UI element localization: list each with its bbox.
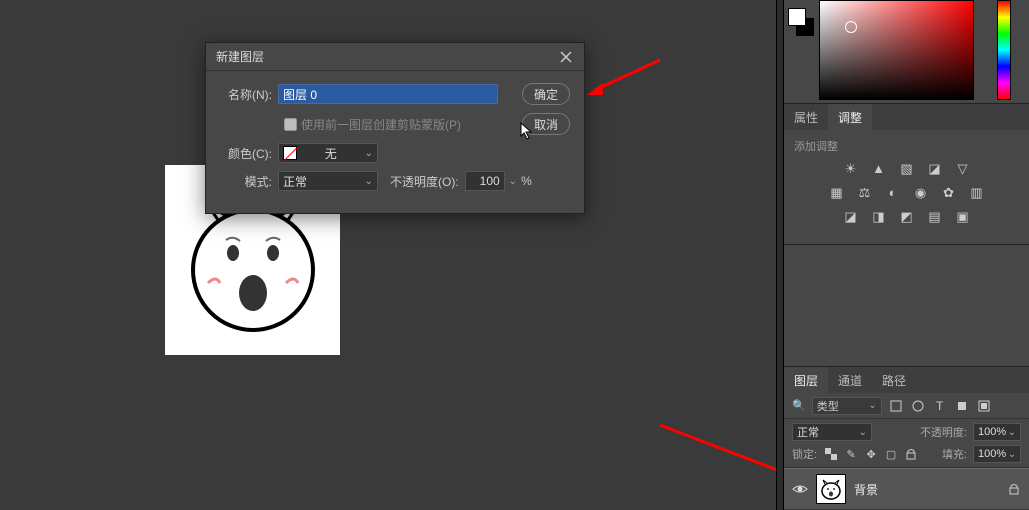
chevron-down-icon: ⌄ xyxy=(365,176,373,187)
levels-icon[interactable]: ▲ xyxy=(869,160,889,178)
panel-divider[interactable] xyxy=(776,0,784,510)
dialog-title: 新建图层 xyxy=(216,48,264,65)
clip-mask-checkbox xyxy=(284,118,297,131)
adjustments-panel: 属性 调整 添加调整 ☀ ▲ ▧ ◪ ▽ ▦ ⚖ ◐ ◉ ✿ ▥ xyxy=(784,104,1029,245)
color-field[interactable] xyxy=(819,0,974,100)
opacity-suffix: % xyxy=(521,174,532,188)
lock-label: 锁定: xyxy=(792,446,817,462)
filter-shape-icon[interactable] xyxy=(954,398,970,414)
lock-icon[interactable] xyxy=(1007,482,1021,496)
color-select[interactable]: 无 ⌄ xyxy=(278,143,378,163)
tab-paths[interactable]: 路径 xyxy=(872,367,916,393)
add-adjustment-label: 添加调整 xyxy=(794,138,1019,154)
cursor-icon xyxy=(520,122,534,140)
tab-layers[interactable]: 图层 xyxy=(784,367,828,393)
threshold-icon[interactable]: ◩ xyxy=(897,208,917,226)
curves-icon[interactable]: ▧ xyxy=(897,160,917,178)
exposure-icon[interactable]: ◪ xyxy=(925,160,945,178)
layer-opacity-label: 不透明度: xyxy=(920,424,967,440)
lock-artboard-icon[interactable]: ▢ xyxy=(883,446,899,462)
filter-pixel-icon[interactable] xyxy=(888,398,904,414)
layer-name-input[interactable] xyxy=(278,84,498,104)
layer-name-text[interactable]: 背景 xyxy=(854,481,999,498)
layer-item[interactable]: 背景 xyxy=(784,468,1029,510)
ok-button[interactable]: 确定 xyxy=(522,83,570,105)
color-label: 颜色(C): xyxy=(220,145,278,162)
gradient-map-icon[interactable]: ▤ xyxy=(925,208,945,226)
close-icon[interactable] xyxy=(558,49,574,65)
opacity-label: 不透明度(O): xyxy=(378,173,465,190)
layer-opacity-select[interactable]: 100%⌄ xyxy=(973,423,1021,441)
photo-filter-icon[interactable]: ◉ xyxy=(911,184,931,202)
lock-image-icon[interactable]: ✎ xyxy=(843,446,859,462)
hue-icon[interactable]: ▦ xyxy=(827,184,847,202)
blend-mode-select[interactable]: 正常⌄ xyxy=(792,423,872,441)
layer-filter-select[interactable]: 类型⌄ xyxy=(812,397,882,415)
lock-transparent-icon[interactable] xyxy=(823,446,839,462)
chevron-down-icon: ⌄ xyxy=(505,176,521,187)
layer-list: 背景 xyxy=(784,468,1029,510)
annotation-arrow xyxy=(585,55,665,103)
none-color-swatch-icon xyxy=(283,146,297,160)
bw-icon[interactable]: ◐ xyxy=(883,184,903,202)
tab-channels[interactable]: 通道 xyxy=(828,367,872,393)
visibility-eye-icon[interactable] xyxy=(792,481,808,497)
collapsed-panel xyxy=(784,245,1029,367)
lock-position-icon[interactable]: ✥ xyxy=(863,446,879,462)
dialog-title-bar[interactable]: 新建图层 xyxy=(206,43,584,71)
hue-slider[interactable] xyxy=(997,0,1011,100)
filter-smart-icon[interactable] xyxy=(976,398,992,414)
clip-mask-label: 使用前一图层创建剪贴蒙版(P) xyxy=(301,116,461,133)
channel-mixer-icon[interactable]: ✿ xyxy=(939,184,959,202)
color-lookup-icon[interactable]: ▥ xyxy=(967,184,987,202)
posterize-icon[interactable]: ◨ xyxy=(869,208,889,226)
layer-thumbnail[interactable] xyxy=(816,474,846,504)
search-icon[interactable]: 🔍 xyxy=(792,399,806,412)
tab-properties[interactable]: 属性 xyxy=(784,104,828,130)
mode-value: 正常 xyxy=(283,173,307,190)
mode-select[interactable]: 正常 ⌄ xyxy=(278,171,378,191)
color-balance-icon[interactable]: ⚖ xyxy=(855,184,875,202)
vibrance-icon[interactable]: ▽ xyxy=(953,160,973,178)
tab-adjustments[interactable]: 调整 xyxy=(828,104,872,130)
filter-type-icon[interactable]: T xyxy=(932,398,948,414)
layers-panel: 图层 通道 路径 🔍 类型⌄ T 正常⌄ 不 xyxy=(784,367,1029,510)
invert-icon[interactable]: ◪ xyxy=(841,208,861,226)
selective-color-icon[interactable]: ▣ xyxy=(953,208,973,226)
chevron-down-icon: ⌄ xyxy=(365,148,373,159)
lock-all-icon[interactable] xyxy=(903,446,919,462)
side-panels: 属性 调整 添加调整 ☀ ▲ ▧ ◪ ▽ ▦ ⚖ ◐ ◉ ✿ ▥ xyxy=(776,0,1029,510)
foreground-background-swatches[interactable] xyxy=(788,8,816,38)
color-value: 无 xyxy=(325,145,337,162)
brightness-icon[interactable]: ☀ xyxy=(841,160,861,178)
filter-adjust-icon[interactable] xyxy=(910,398,926,414)
color-picker-panel xyxy=(784,0,1029,104)
mode-label: 模式: xyxy=(220,173,278,190)
fill-select[interactable]: 100%⌄ xyxy=(973,445,1021,463)
fill-label: 填充: xyxy=(942,446,967,462)
foreground-color-icon[interactable] xyxy=(788,8,806,26)
opacity-input[interactable] xyxy=(465,171,505,191)
name-label: 名称(N): xyxy=(220,86,278,103)
